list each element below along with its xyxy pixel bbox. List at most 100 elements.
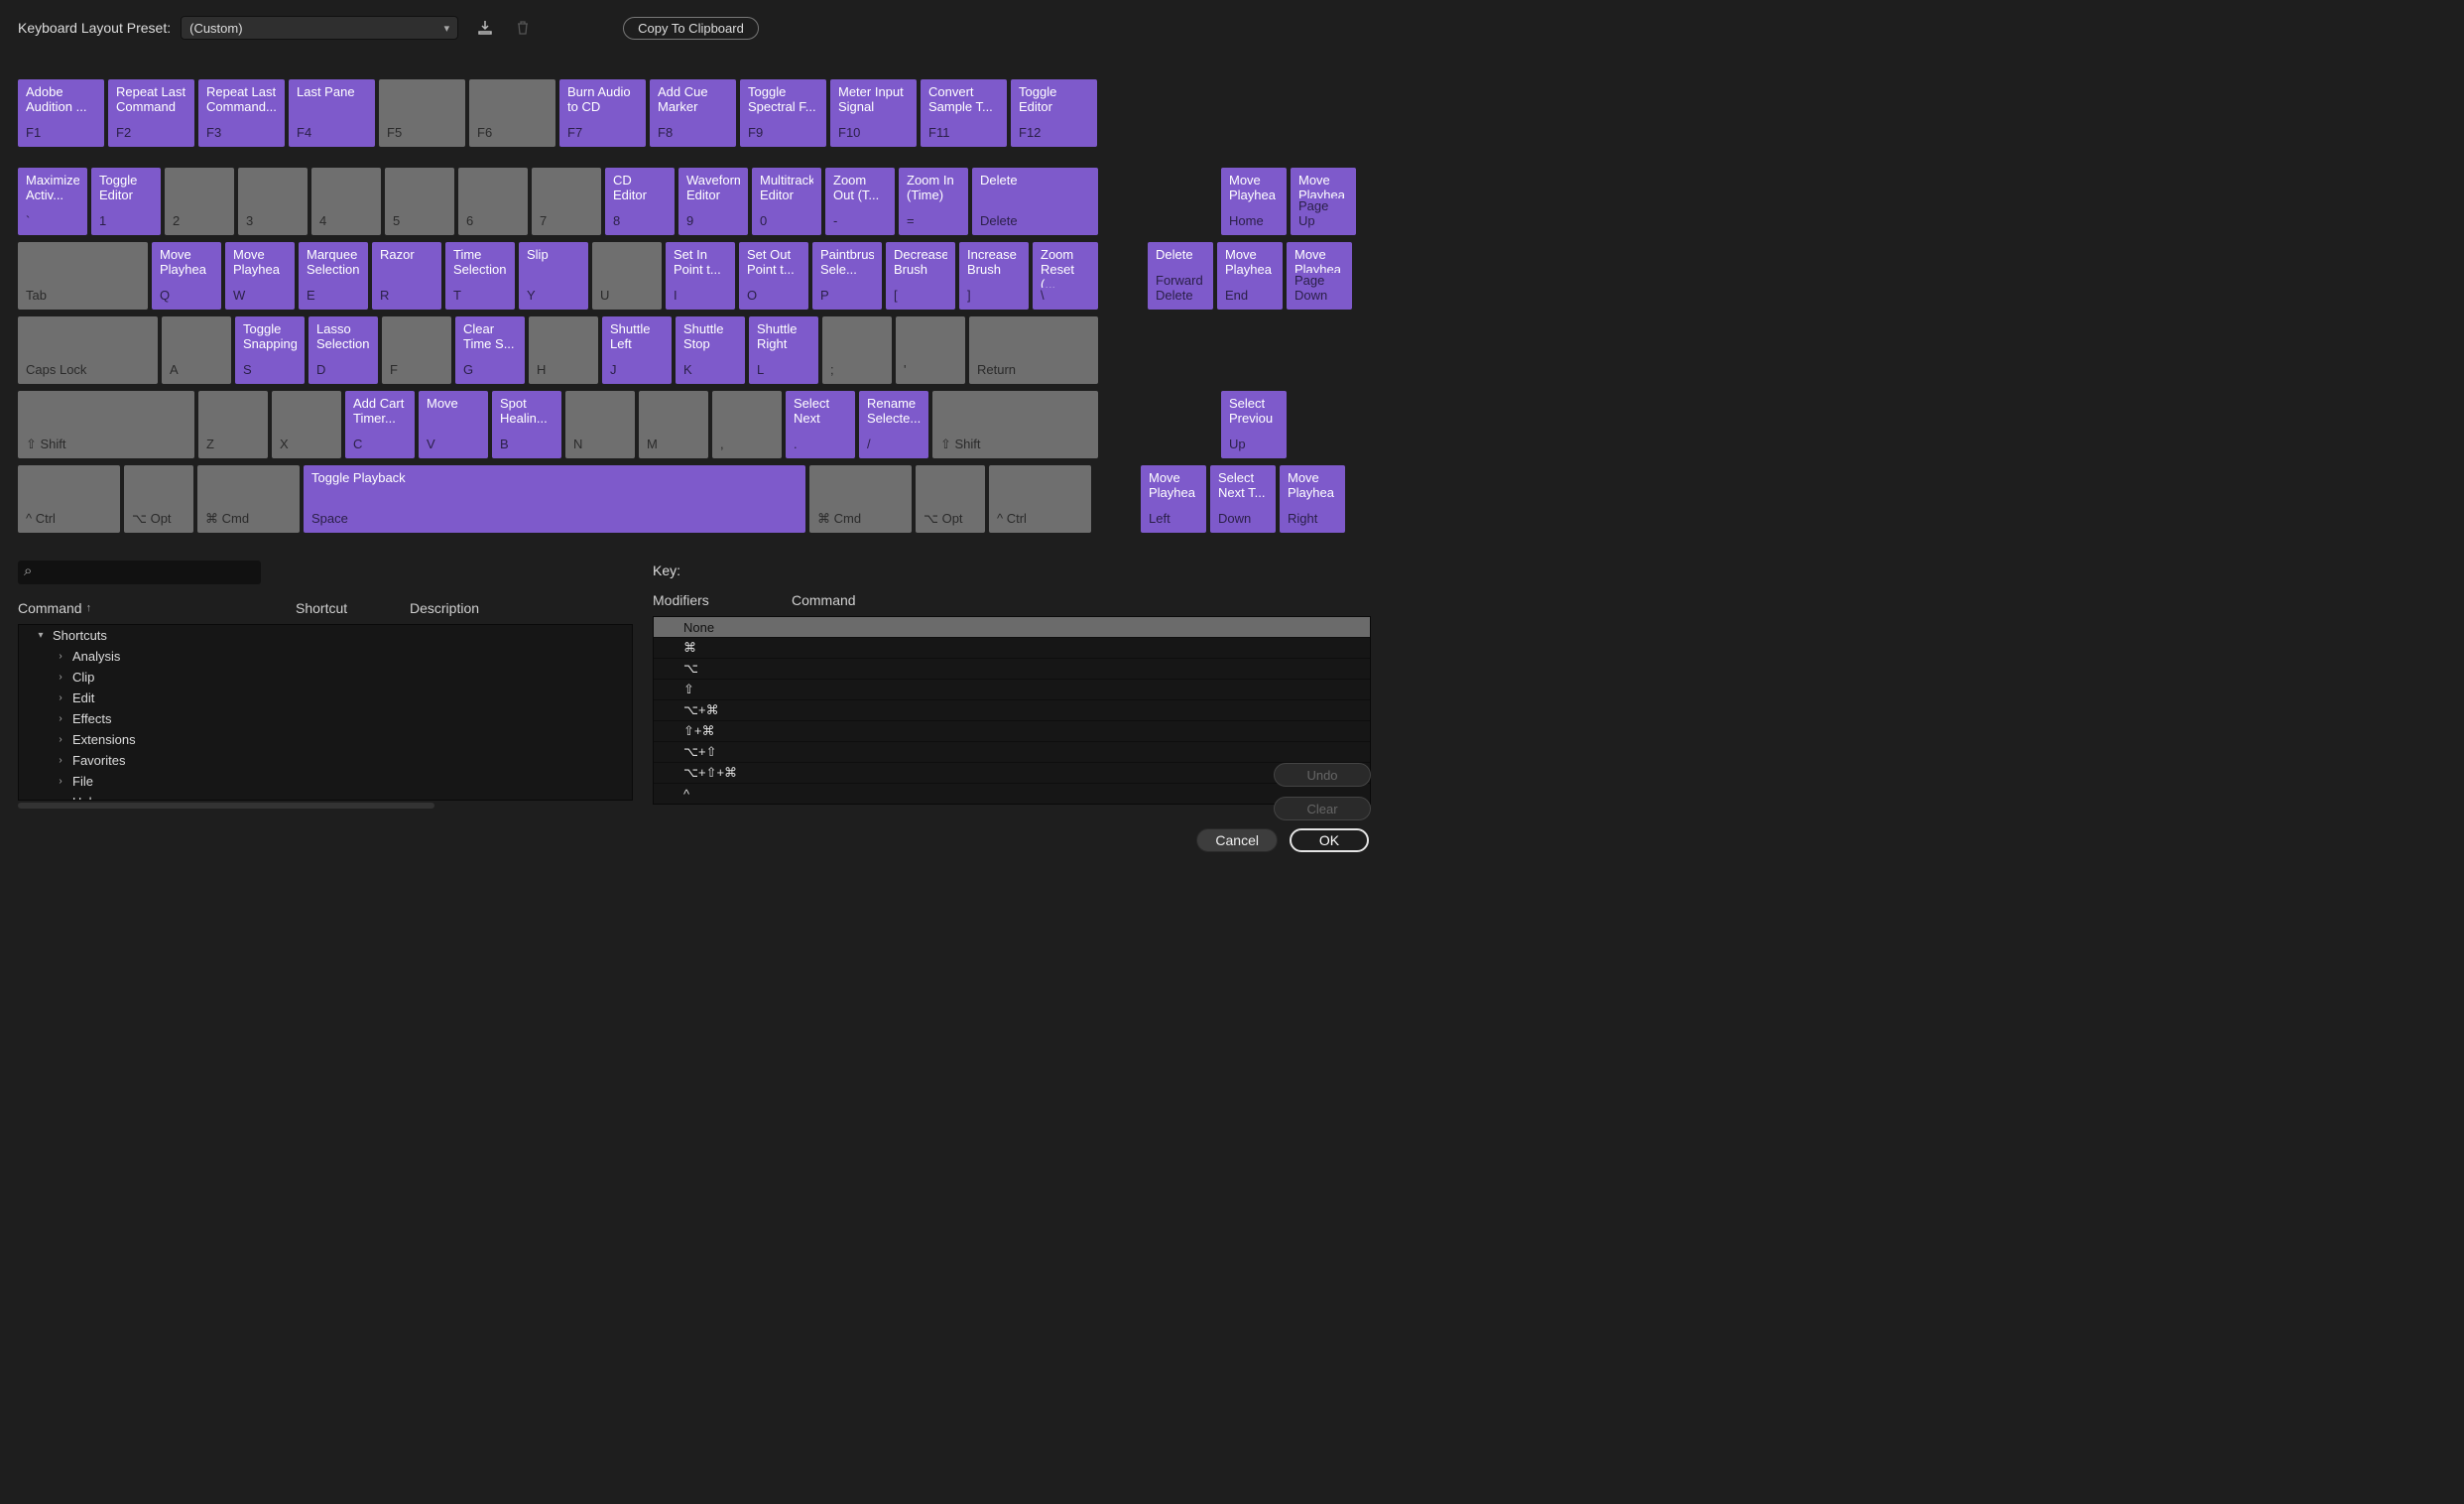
key-delete[interactable]: DeleteDelete	[972, 168, 1098, 235]
key-f3[interactable]: Repeat Last Command...F3	[198, 79, 285, 147]
key-q[interactable]: Move PlayheaQ	[152, 242, 221, 310]
key-e[interactable]: Marquee SelectionE	[299, 242, 368, 310]
preset-select[interactable]: (Custom) ▾	[181, 16, 458, 40]
key--cmd[interactable]: ⌘ Cmd	[809, 465, 912, 533]
modifier-row[interactable]: ⌥	[654, 659, 1370, 680]
key-page-up[interactable]: Move PlayheaPage Up	[1291, 168, 1356, 235]
key-5[interactable]: 5	[385, 168, 454, 235]
key-f1[interactable]: Adobe Audition ...F1	[18, 79, 104, 147]
key--[interactable]: Increase Brush]	[959, 242, 1029, 310]
key-h[interactable]: H	[529, 316, 598, 384]
key-o[interactable]: Set Out Point t...O	[739, 242, 808, 310]
tree-item-extensions[interactable]: ›Extensions	[19, 729, 632, 750]
modifier-row[interactable]: ⌘	[654, 638, 1370, 659]
key-g[interactable]: Clear Time S...G	[455, 316, 525, 384]
key-a[interactable]: A	[162, 316, 231, 384]
key--[interactable]: Decrease Brush[	[886, 242, 955, 310]
key-b[interactable]: Spot Healin...B	[492, 391, 561, 458]
column-command[interactable]: Command↑	[18, 600, 296, 616]
key-l[interactable]: Shuttle RightL	[749, 316, 818, 384]
key-tab[interactable]: Tab	[18, 242, 148, 310]
key--[interactable]: Select Next.	[786, 391, 855, 458]
modifier-row[interactable]: ⌥+⌘	[654, 700, 1370, 721]
key-end[interactable]: Move PlayheaEnd	[1217, 242, 1283, 310]
key-forward-delete[interactable]: DeleteForward Delete	[1148, 242, 1213, 310]
key-v[interactable]: MoveV	[419, 391, 488, 458]
key--opt[interactable]: ⌥ Opt	[124, 465, 193, 533]
key-f10[interactable]: Meter Input SignalF10	[830, 79, 917, 147]
key--[interactable]: Maximize Activ...`	[18, 168, 87, 235]
key-caps-lock[interactable]: Caps Lock	[18, 316, 158, 384]
ok-button[interactable]: OK	[1290, 828, 1369, 852]
key-c[interactable]: Add Cart Timer...C	[345, 391, 415, 458]
copy-clipboard-button[interactable]: Copy To Clipboard	[623, 17, 759, 40]
key-8[interactable]: CD Editor8	[605, 168, 675, 235]
key-down[interactable]: Select Next T...Down	[1210, 465, 1276, 533]
key--shift[interactable]: ⇧ Shift	[932, 391, 1098, 458]
key-u[interactable]: U	[592, 242, 662, 310]
column-shortcut[interactable]: Shortcut	[296, 600, 410, 616]
key-d[interactable]: Lasso SelectionD	[308, 316, 378, 384]
key-4[interactable]: 4	[311, 168, 381, 235]
key-right[interactable]: Move PlayheaRight	[1280, 465, 1345, 533]
key-z[interactable]: Z	[198, 391, 268, 458]
modifier-row[interactable]: ^	[654, 784, 1370, 805]
command-tree[interactable]: ▾Shortcuts›Analysis›Clip›Edit›Effects›Ex…	[18, 624, 633, 801]
key-t[interactable]: Time SelectionT	[445, 242, 515, 310]
cancel-button[interactable]: Cancel	[1196, 828, 1278, 852]
key--opt[interactable]: ⌥ Opt	[916, 465, 985, 533]
column-modifiers[interactable]: Modifiers	[653, 592, 792, 608]
tree-item-effects[interactable]: ›Effects	[19, 708, 632, 729]
scrollbar-horizontal[interactable]	[18, 803, 434, 809]
key-w[interactable]: Move PlayheaW	[225, 242, 295, 310]
key-return[interactable]: Return	[969, 316, 1098, 384]
key-0[interactable]: Multitrack Editor0	[752, 168, 821, 235]
tree-item-shortcuts[interactable]: ▾Shortcuts	[19, 625, 632, 646]
key-f6[interactable]: F6	[469, 79, 555, 147]
column-mod-command[interactable]: Command	[792, 592, 1371, 608]
key--[interactable]: Zoom Out (T...-	[825, 168, 895, 235]
tree-item-clip[interactable]: ›Clip	[19, 667, 632, 688]
key-s[interactable]: Toggle SnappingS	[235, 316, 305, 384]
key-f4[interactable]: Last PaneF4	[289, 79, 375, 147]
modifier-row[interactable]: None	[654, 617, 1370, 638]
key--ctrl[interactable]: ^ Ctrl	[18, 465, 120, 533]
key--cmd[interactable]: ⌘ Cmd	[197, 465, 300, 533]
modifier-row[interactable]: ⇧+⌘	[654, 721, 1370, 742]
key-2[interactable]: 2	[165, 168, 234, 235]
search-input[interactable]	[18, 561, 261, 584]
key-p[interactable]: Paintbrush Sele...P	[812, 242, 882, 310]
key-up[interactable]: Select PreviouUp	[1221, 391, 1287, 458]
key-f7[interactable]: Burn Audio to CDF7	[559, 79, 646, 147]
key--[interactable]: Zoom In (Time)=	[899, 168, 968, 235]
key-f5[interactable]: F5	[379, 79, 465, 147]
key-f12[interactable]: Toggle EditorF12	[1011, 79, 1097, 147]
tree-item-favorites[interactable]: ›Favorites	[19, 750, 632, 771]
key--[interactable]: ,	[712, 391, 782, 458]
key-i[interactable]: Set In Point t...I	[666, 242, 735, 310]
key-space[interactable]: Toggle PlaybackSpace	[304, 465, 805, 533]
key--[interactable]: '	[896, 316, 965, 384]
key-6[interactable]: 6	[458, 168, 528, 235]
key--shift[interactable]: ⇧ Shift	[18, 391, 194, 458]
key--[interactable]: Rename Selecte.../	[859, 391, 928, 458]
key-j[interactable]: Shuttle LeftJ	[602, 316, 672, 384]
tree-item-edit[interactable]: ›Edit	[19, 688, 632, 708]
key-k[interactable]: Shuttle StopK	[676, 316, 745, 384]
key-7[interactable]: 7	[532, 168, 601, 235]
key-m[interactable]: M	[639, 391, 708, 458]
key-n[interactable]: N	[565, 391, 635, 458]
save-icon[interactable]	[474, 17, 496, 39]
key-1[interactable]: Toggle Editor1	[91, 168, 161, 235]
key-9[interactable]: Waveform Editor9	[678, 168, 748, 235]
key--[interactable]: ;	[822, 316, 892, 384]
key-left[interactable]: Move PlayheaLeft	[1141, 465, 1206, 533]
key-f9[interactable]: Toggle Spectral F...F9	[740, 79, 826, 147]
key-y[interactable]: SlipY	[519, 242, 588, 310]
modifier-row[interactable]: ⌥+⇧	[654, 742, 1370, 763]
key-3[interactable]: 3	[238, 168, 308, 235]
key-page-down[interactable]: Move PlayheaPage Down	[1287, 242, 1352, 310]
key-f2[interactable]: Repeat Last CommandF2	[108, 79, 194, 147]
key-r[interactable]: RazorR	[372, 242, 441, 310]
key--ctrl[interactable]: ^ Ctrl	[989, 465, 1091, 533]
